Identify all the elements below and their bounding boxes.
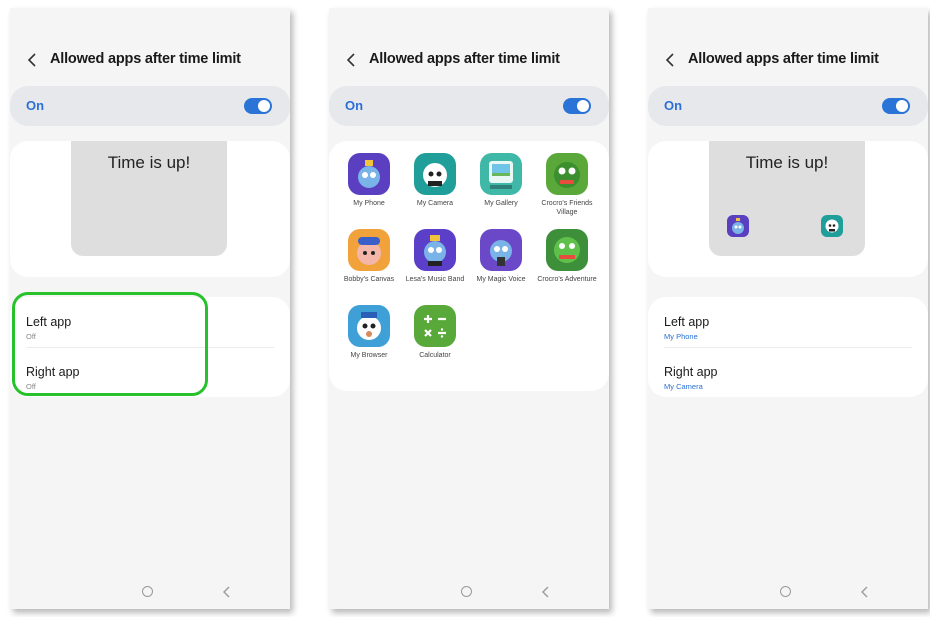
app-my-magic-voice[interactable]: My Magic Voice [469, 229, 533, 284]
app-label: Crocro's Adventure [537, 276, 597, 283]
header: Allowed apps after time limit [329, 48, 609, 74]
phone-screen-3: Allowed apps after time limit On Time is… [648, 8, 928, 609]
navigation-bar [648, 580, 928, 604]
my-phone-icon [348, 153, 390, 195]
master-toggle[interactable] [563, 98, 591, 114]
lock-screen-preview: Time is up! [709, 141, 865, 256]
preview-card: Time is up! [648, 141, 928, 277]
master-toggle-row[interactable]: On [329, 86, 609, 126]
toggle-knob [258, 100, 270, 112]
master-toggle-row[interactable]: On [648, 86, 928, 126]
lesas-music-band-icon [414, 229, 456, 271]
back-arrow-icon[interactable] [345, 51, 359, 69]
bobbys-canvas-icon [348, 229, 390, 271]
toggle-knob [896, 100, 908, 112]
left-app-item[interactable]: Left app My Phone [664, 315, 709, 341]
header: Allowed apps after time limit [10, 48, 290, 74]
nav-back-icon[interactable] [222, 585, 232, 599]
page-title: Allowed apps after time limit [688, 51, 879, 67]
calculator-icon [414, 305, 456, 347]
header: Allowed apps after time limit [648, 48, 928, 74]
app-label: My Magic Voice [476, 276, 526, 283]
nav-back-icon[interactable] [541, 585, 551, 599]
my-camera-icon [414, 153, 456, 195]
app-lesas-music-band[interactable]: Lesa's Music Band [403, 229, 467, 284]
app-my-gallery[interactable]: My Gallery [469, 153, 533, 208]
left-app-title: Left app [664, 315, 710, 329]
crocros-adventure-icon [546, 229, 588, 271]
right-app-item[interactable]: Right app My Camera [664, 365, 718, 391]
phone-screen-2: Allowed apps after time limit On My Phon… [329, 8, 609, 609]
master-toggle-row[interactable]: On [10, 86, 290, 126]
toggle-knob [577, 100, 589, 112]
app-crocros-friends-village[interactable]: Crocro's Friends Village [535, 153, 599, 217]
home-button-icon[interactable] [780, 586, 791, 597]
highlight-outline [12, 292, 208, 396]
app-label: Crocro's Friends Village [541, 200, 593, 216]
page-title: Allowed apps after time limit [50, 51, 241, 67]
on-label: On [664, 98, 683, 113]
preview-text: Time is up! [745, 153, 829, 172]
lock-screen-preview: Time is up! [71, 141, 227, 256]
on-label: On [345, 98, 364, 113]
nav-back-icon[interactable] [860, 585, 870, 599]
app-label: My Gallery [484, 200, 518, 207]
on-label: On [26, 98, 45, 113]
preview-card: Time is up! [10, 141, 290, 277]
app-label: My Browser [350, 352, 388, 359]
crocro-friends-village-icon [546, 153, 588, 195]
back-arrow-icon[interactable] [664, 51, 678, 69]
home-button-icon[interactable] [142, 586, 153, 597]
left-app-value: My Phone [664, 332, 698, 341]
app-calculator[interactable]: Calculator [403, 305, 467, 360]
home-button-icon[interactable] [461, 586, 472, 597]
app-bobbys-canvas[interactable]: Bobby's Canvas [337, 229, 401, 284]
master-toggle[interactable] [882, 98, 910, 114]
app-my-camera[interactable]: My Camera [403, 153, 467, 208]
preview-text: Time is up! [107, 153, 191, 172]
my-magic-voice-icon [480, 229, 522, 271]
right-app-title: Right app [664, 365, 718, 379]
app-label: My Camera [416, 200, 454, 207]
master-toggle[interactable] [244, 98, 272, 114]
navigation-bar [10, 580, 290, 604]
my-camera-icon[interactable] [821, 215, 843, 237]
app-grid: My Phone My Camera My Gallery Crocro's F… [329, 141, 609, 391]
my-gallery-icon [480, 153, 522, 195]
app-my-phone[interactable]: My Phone [337, 153, 401, 208]
page-title: Allowed apps after time limit [369, 51, 560, 67]
app-label: Bobby's Canvas [343, 276, 395, 283]
app-crocros-adventure[interactable]: Crocro's Adventure [535, 229, 599, 284]
app-label: My Phone [353, 200, 385, 207]
phone-screen-1: Allowed apps after time limit On Time is… [10, 8, 290, 609]
app-my-browser[interactable]: My Browser [337, 305, 401, 360]
my-phone-icon[interactable] [727, 215, 749, 237]
back-arrow-icon[interactable] [26, 51, 40, 69]
divider [664, 347, 912, 348]
right-app-value: My Camera [664, 382, 703, 391]
app-label: Calculator [419, 352, 451, 359]
app-slot-list: Left app My Phone Right app My Camera [648, 297, 928, 397]
navigation-bar [329, 580, 609, 604]
app-label: Lesa's Music Band [405, 276, 465, 283]
my-browser-icon [348, 305, 390, 347]
